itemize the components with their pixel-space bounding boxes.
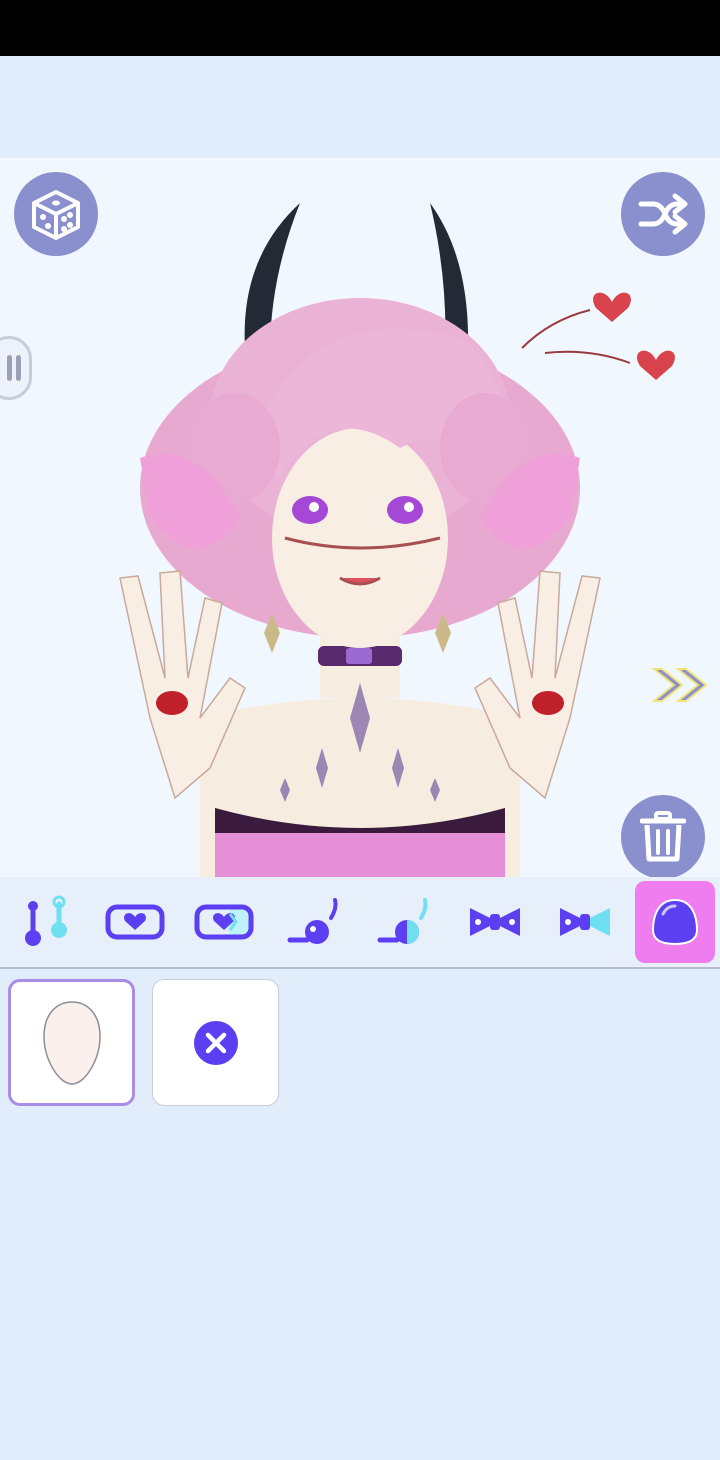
tab-choker-alt[interactable] <box>183 881 267 963</box>
tab-piercing[interactable] <box>3 881 87 963</box>
random-button[interactable] <box>14 172 98 256</box>
tab-body[interactable] <box>635 881 715 963</box>
tab-choker[interactable] <box>93 881 177 963</box>
bow-icon <box>470 908 520 936</box>
tab-earring-alt[interactable] <box>363 881 447 963</box>
character-canvas <box>0 158 720 877</box>
next-button[interactable] <box>648 663 712 712</box>
shuffle-icon <box>638 193 688 235</box>
option-skin-tone-pale[interactable] <box>8 979 135 1106</box>
status-bar <box>0 0 720 56</box>
side-panel-tab-icon <box>7 355 21 381</box>
character-illustration <box>119 203 675 877</box>
tab-earring[interactable] <box>273 881 357 963</box>
earring-alt-icon <box>377 898 428 944</box>
shuffle-button[interactable] <box>621 172 705 256</box>
trash-icon <box>640 811 686 862</box>
body-blob-icon <box>651 898 699 946</box>
earring-icon <box>287 898 338 944</box>
options-grid <box>0 969 720 1460</box>
face-shape-icon <box>42 1000 101 1085</box>
heart-choker-icon <box>105 904 165 940</box>
heart-choker-alt-icon <box>194 904 254 940</box>
category-toolbar <box>0 877 720 968</box>
remove-x-icon <box>193 1020 238 1065</box>
tab-bow-alt[interactable] <box>543 881 627 963</box>
double-chevron-right-icon <box>651 668 708 702</box>
option-none[interactable] <box>152 979 279 1106</box>
delete-button[interactable] <box>621 795 705 877</box>
top-banner-area <box>0 56 720 158</box>
tab-bow[interactable] <box>453 881 537 963</box>
dice-icon <box>32 190 80 240</box>
bow-alt-icon <box>560 908 610 936</box>
side-panel-tab[interactable] <box>0 336 32 400</box>
piercing-icon <box>25 895 67 946</box>
